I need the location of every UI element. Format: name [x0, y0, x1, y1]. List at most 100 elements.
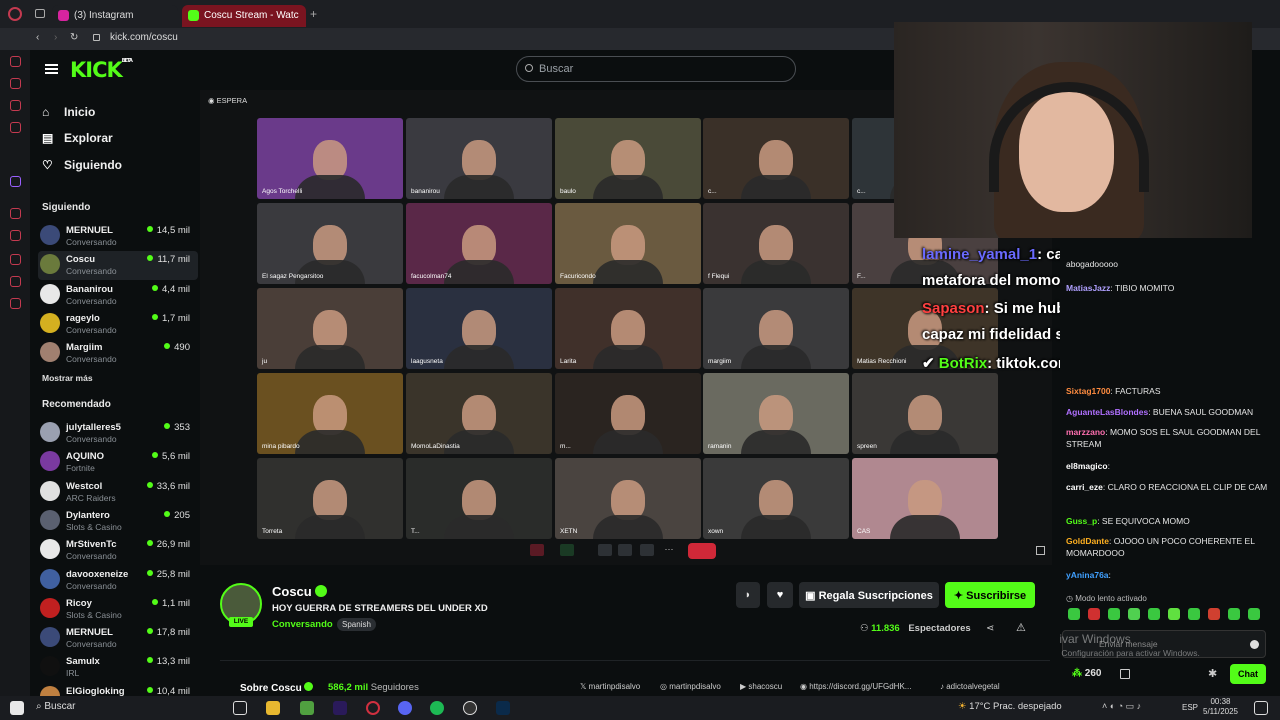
mic-off-button[interactable] [530, 544, 544, 556]
nav-explore[interactable]: ▤ Explorar [42, 131, 113, 145]
present-button[interactable] [598, 544, 612, 556]
participant-tile[interactable]: ramanin [703, 373, 849, 454]
participant-tile[interactable]: MomoLaDinastia [406, 373, 552, 454]
streamer-name[interactable]: Coscu [272, 584, 328, 599]
sidebar-channel[interactable]: Westcol ARC Raiders 33,6 mil [38, 478, 198, 507]
emote-icon[interactable] [1188, 608, 1200, 620]
hamburger-menu-icon[interactable] [45, 64, 58, 74]
sidebar-channel[interactable]: davooxeneize Conversando 25,8 mil [38, 566, 198, 595]
sidebar-channel[interactable]: MERNUEL Conversando 14,5 mil [38, 222, 198, 251]
emote-icon[interactable] [1108, 608, 1120, 620]
more-options-button[interactable]: ··· [662, 544, 676, 556]
twitch-icon[interactable] [10, 176, 21, 187]
kick-logo[interactable]: KICKBETA [70, 58, 133, 82]
search-input[interactable]: Buscar [516, 56, 796, 82]
url-field[interactable]: kick.com/coscu [110, 32, 178, 43]
participant-tile[interactable]: bananirou [406, 118, 552, 199]
tab-instagram[interactable]: (3) Instagram [52, 5, 178, 27]
social-discord[interactable]: ◉ https://discord.gg/UFGdHK... [800, 682, 911, 691]
participant-tile[interactable]: m... [555, 373, 701, 454]
emote-icon[interactable] [1168, 608, 1180, 620]
chat-settings-icon[interactable]: ✱ [1208, 667, 1217, 680]
participant-tile[interactable]: f Flequi [703, 203, 849, 284]
social-tiktok[interactable]: ♪ adictoalvegetal [940, 682, 1000, 691]
participant-tile[interactable]: ju [257, 288, 403, 369]
chat-username[interactable]: marzzano [1066, 427, 1105, 437]
windows-start-icon[interactable] [10, 701, 24, 715]
chat-send-button[interactable]: Chat [1230, 664, 1266, 684]
chat-username[interactable]: AguanteLasBlondes [1066, 407, 1148, 417]
participant-tile[interactable]: margiim [703, 288, 849, 369]
spotify-icon[interactable] [430, 701, 444, 715]
sidebar-channel[interactable]: Ricoy Slots & Casino 1,1 mil [38, 595, 198, 624]
bookmarks-icon[interactable] [10, 78, 21, 89]
follow-button[interactable]: ♥ [767, 582, 793, 608]
nav-home[interactable]: ⌂ Inicio [42, 105, 95, 119]
emote-icon[interactable] [1128, 608, 1140, 620]
channel-points[interactable]: ⁂ 260 [1072, 668, 1101, 679]
report-icon[interactable]: ⚠ [1016, 621, 1026, 634]
language-indicator[interactable]: ESP [1182, 703, 1198, 712]
sidebar-channel[interactable]: AQUINO Fortnite 5,6 mil [38, 448, 198, 477]
grid-view-button[interactable] [618, 544, 632, 556]
participant-tile[interactable]: laagusneta [406, 288, 552, 369]
participant-tile[interactable]: spreen [852, 373, 998, 454]
fullscreen-icon[interactable] [1036, 546, 1045, 555]
chat-username[interactable]: carri_eze [1066, 482, 1103, 492]
camera-button[interactable] [560, 544, 574, 556]
browser-menu-icon[interactable] [8, 7, 22, 21]
sidebar-channel[interactable]: Dylantero Slots & Casino 205 [38, 507, 198, 536]
sidebar-channel[interactable]: julytalleres5 Conversando 353 [38, 419, 198, 448]
participant-tile[interactable]: Larita [555, 288, 701, 369]
taskbar-search[interactable]: ⌕ Buscar [36, 701, 76, 712]
chat-username[interactable]: Guss_p [1066, 516, 1097, 526]
social-instagram[interactable]: ◎ martinpdisalvo [660, 682, 721, 691]
sidebar-channel[interactable]: Bananirou Conversando 4,4 mil [38, 281, 198, 310]
chat-username[interactable]: MatiasJazz [1066, 283, 1110, 293]
chat-username[interactable]: Sixtag1700 [1066, 386, 1110, 396]
tray-icons[interactable]: ˄ ◐ ◔ ▭ ♪ [1102, 701, 1141, 712]
social-x[interactable]: 𝕏 martinpdisalvo [580, 682, 640, 691]
sidebar-channel[interactable]: MERNUEL Conversando 17,8 mil [38, 624, 198, 653]
premiere-icon[interactable] [333, 701, 347, 715]
discord-icon[interactable] [398, 701, 412, 715]
chat-username[interactable]: yAnina76a [1066, 570, 1109, 580]
end-call-button[interactable] [688, 543, 716, 559]
file-explorer-icon[interactable] [266, 701, 280, 715]
social-youtube[interactable]: ▶ shacoscu [740, 682, 782, 691]
clock[interactable]: 00:38 5/11/2025 [1203, 697, 1238, 717]
emote-icon[interactable] [1088, 608, 1100, 620]
sidebar-channel[interactable]: Margiim Conversando 490 [38, 339, 198, 368]
share-icon[interactable]: ⋖ [986, 623, 994, 634]
opera-gx-icon[interactable] [366, 701, 380, 715]
chat-username[interactable]: el8magico [1066, 461, 1108, 471]
subscribe-button[interactable]: ✦ Suscribirse [945, 582, 1035, 608]
notifications-button[interactable]: ◗ [736, 582, 760, 608]
history-icon[interactable] [10, 56, 21, 67]
youtube-icon[interactable] [10, 122, 21, 133]
chat-username[interactable]: GoldDante [1066, 536, 1109, 546]
emote-icon[interactable] [1068, 608, 1080, 620]
effects-button[interactable] [640, 544, 654, 556]
participant-tile[interactable]: T... [406, 458, 552, 539]
back-icon[interactable]: ‹ [36, 32, 39, 43]
obs-icon[interactable] [463, 701, 477, 715]
sidebar-channel[interactable]: Coscu Conversando 11,7 mil [38, 251, 198, 281]
sidebar-channel[interactable]: Samulx IRL 13,3 mil [38, 653, 198, 682]
emote-icon[interactable] [1228, 608, 1240, 620]
extension-icon[interactable] [10, 276, 21, 287]
tab-kick-stream[interactable]: Coscu Stream - Watc [182, 5, 306, 27]
photoshop-icon[interactable] [496, 701, 510, 715]
participant-tile[interactable]: XETN [555, 458, 701, 539]
language-tag[interactable]: Spanish [337, 618, 376, 631]
player-icon[interactable] [10, 208, 21, 219]
participant-tile[interactable]: Torreta [257, 458, 403, 539]
sidebar-channel[interactable]: MrStivenTc Conversando 26,9 mil [38, 536, 198, 565]
forward-icon[interactable]: › [54, 32, 57, 43]
emote-icon[interactable] [1208, 608, 1220, 620]
app-b-icon[interactable] [300, 701, 314, 715]
stream-category[interactable]: Conversando [272, 619, 333, 630]
participant-tile[interactable]: xown [703, 458, 849, 539]
workspaces-icon[interactable] [35, 9, 45, 18]
emote-icon[interactable] [1148, 608, 1160, 620]
